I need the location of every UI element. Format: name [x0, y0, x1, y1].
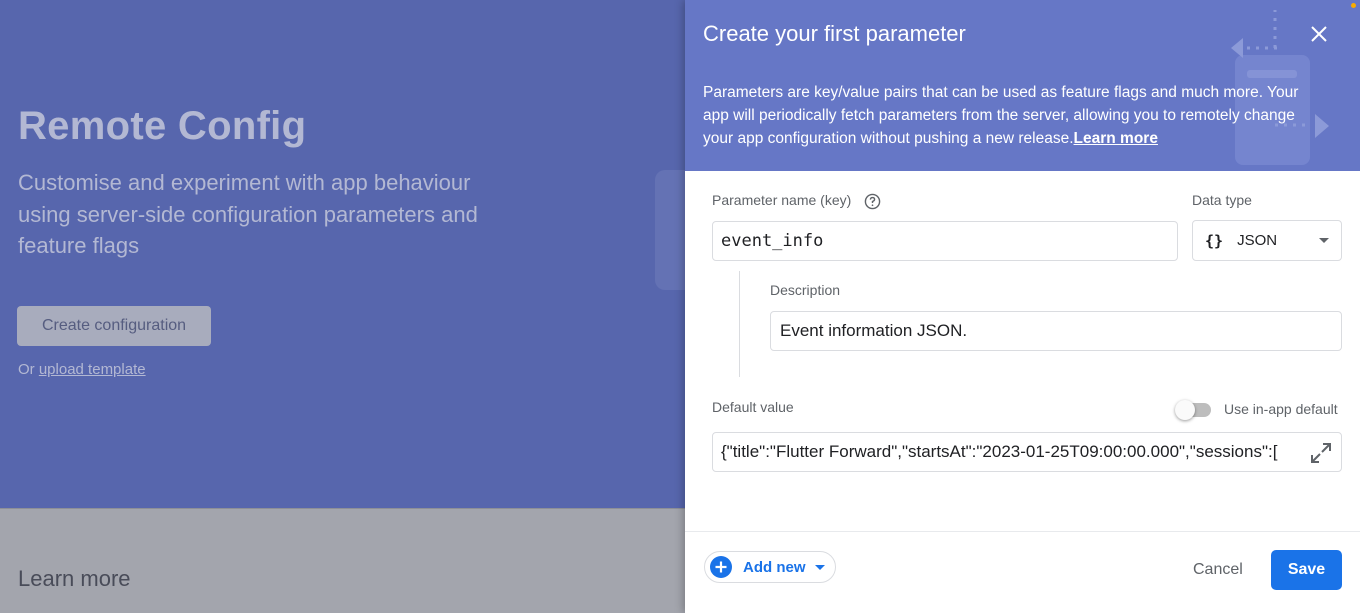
data-type-label: Data type: [1192, 192, 1252, 208]
learn-more-heading: Learn more: [18, 566, 131, 591]
add-new-label: Add new: [743, 559, 806, 576]
learn-more-link[interactable]: Learn more: [1074, 130, 1158, 147]
add-circle-icon: [710, 556, 732, 578]
expand-icon[interactable]: [1309, 441, 1333, 465]
help-icon[interactable]: [864, 193, 881, 210]
notification-dot: [1351, 3, 1356, 8]
panel-header: Create your first parameter Parameters a…: [685, 0, 1360, 171]
close-icon[interactable]: [1307, 22, 1331, 46]
toggle-knob: [1175, 400, 1195, 420]
footer-divider: [685, 531, 1360, 532]
parameter-key-input[interactable]: event_info: [712, 221, 1178, 261]
description-label: Description: [770, 282, 841, 298]
create-parameter-panel: Create your first parameter Parameters a…: [685, 0, 1360, 613]
add-new-button[interactable]: Add new: [704, 551, 836, 583]
chevron-down-icon: [815, 565, 825, 570]
use-in-app-default-label: Use in-app default: [1224, 401, 1338, 417]
dialog-title: Create your first parameter: [703, 21, 966, 46]
upload-template-line: Or upload template: [18, 361, 146, 378]
cancel-button[interactable]: Cancel: [1181, 551, 1255, 589]
default-value-text: {"title":"Flutter Forward","startsAt":"2…: [721, 442, 1278, 461]
data-type-select[interactable]: {} JSON: [1192, 220, 1342, 261]
create-configuration-button[interactable]: Create configuration: [17, 306, 211, 346]
default-value-input[interactable]: {"title":"Flutter Forward","startsAt":"2…: [712, 432, 1342, 472]
upload-template-link[interactable]: upload template: [39, 361, 146, 378]
chevron-down-icon: [1319, 238, 1329, 243]
data-type-value: JSON: [1237, 232, 1278, 249]
upload-prefix: Or: [18, 361, 35, 378]
description-indent-line: [739, 271, 740, 377]
default-value-label: Default value: [712, 399, 794, 415]
use-in-app-default-toggle[interactable]: [1175, 400, 1215, 420]
dialog-description-text: Parameters are key/value pairs that can …: [703, 84, 1299, 147]
dialog-description: Parameters are key/value pairs that can …: [703, 81, 1303, 150]
json-icon: {}: [1205, 231, 1224, 250]
parameter-name-label: Parameter name (key): [712, 192, 852, 208]
page-title: Remote Config: [18, 104, 307, 148]
page-subtitle: Customise and experiment with app behavi…: [18, 170, 478, 258]
save-button[interactable]: Save: [1271, 550, 1342, 590]
description-input[interactable]: Event information JSON.: [770, 311, 1342, 351]
